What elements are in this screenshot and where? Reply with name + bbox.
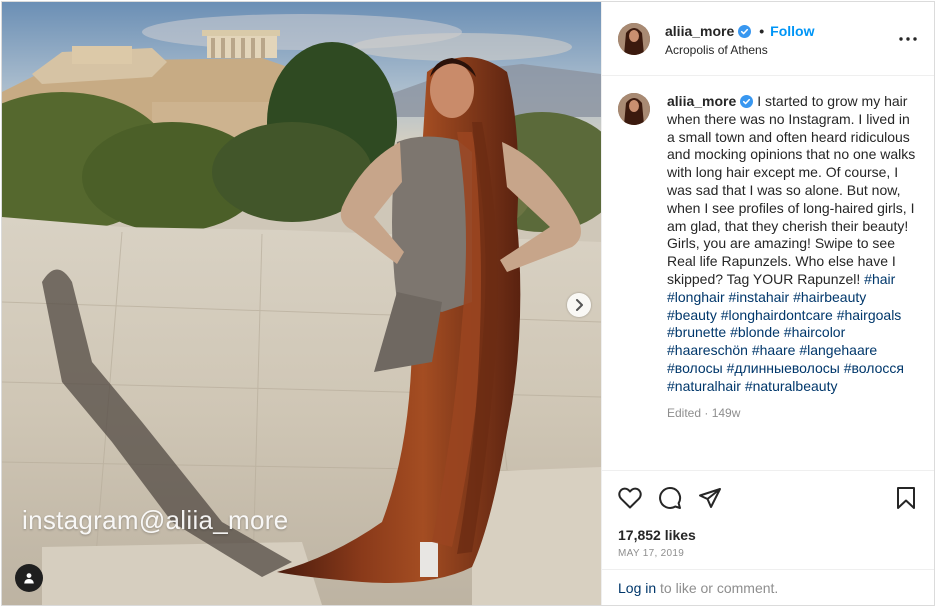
login-link[interactable]: Log in <box>618 580 656 596</box>
paper-plane-icon <box>699 488 721 508</box>
hashtag-link[interactable]: #longhair <box>667 289 725 305</box>
hashtag-link[interactable]: #blonde <box>730 324 780 340</box>
header-username[interactable]: aliia_more <box>665 23 734 39</box>
caption-text-block: aliia_more I started to grow my hair when… <box>667 93 917 422</box>
login-prompt: Log in to like or comment. <box>602 569 934 605</box>
hashtag-list: #hair #longhair #instahair #hairbeauty #… <box>667 271 904 394</box>
verified-badge-icon <box>738 24 752 38</box>
bookmark-icon <box>897 487 915 509</box>
login-suffix: to like or comment. <box>656 580 779 596</box>
comment-icon <box>659 487 682 509</box>
photo-watermark: instagram@aliia_more <box>22 505 289 535</box>
caption-username[interactable]: aliia_more <box>667 93 736 109</box>
hashtag-link[interactable]: #langehaare <box>799 342 877 358</box>
tagged-users-button[interactable] <box>15 564 43 592</box>
chevron-right-icon <box>576 299 583 311</box>
comment-button[interactable] <box>656 484 684 512</box>
hashtag-link[interactable]: #brunette <box>667 324 726 340</box>
instagram-post: instagram@aliia_more aliia_more • Follow… <box>1 1 935 606</box>
hashtag-link[interactable]: #волосся <box>844 360 904 376</box>
more-options-icon <box>899 37 917 41</box>
header-separator: • <box>759 23 765 39</box>
hashtag-link[interactable]: #hairbeauty <box>793 289 866 305</box>
avatar[interactable] <box>618 23 650 55</box>
next-photo-button[interactable] <box>567 293 591 317</box>
post-photo[interactable]: instagram@aliia_more <box>2 2 601 605</box>
avatar-image <box>618 23 650 55</box>
avatar-image <box>618 93 650 125</box>
avatar[interactable] <box>618 93 650 125</box>
user-tag-icon <box>24 573 34 584</box>
action-bar <box>616 484 920 512</box>
location-link[interactable]: Acropolis of Athens <box>665 43 768 57</box>
hashtag-link[interactable]: #hair <box>864 271 895 287</box>
hashtag-link[interactable]: #naturalhair <box>667 378 741 394</box>
post-sidebar: aliia_more • Follow Acropolis of Athens <box>601 2 934 605</box>
verified-badge-icon <box>740 95 754 108</box>
post-header: aliia_more • Follow Acropolis of Athens <box>602 2 934 76</box>
save-button[interactable] <box>892 484 920 512</box>
hashtag-link[interactable]: #haareschön <box>667 342 748 358</box>
hashtag-link[interactable]: #naturalbeauty <box>745 378 838 394</box>
like-button[interactable] <box>616 484 644 512</box>
hashtag-link[interactable]: #instahair <box>729 289 790 305</box>
hashtag-link[interactable]: #longhairdontcare <box>721 307 833 323</box>
hashtag-link[interactable]: #hairgoals <box>837 307 902 323</box>
post-date[interactable]: MAY 17, 2019 <box>618 548 684 559</box>
edited-timestamp: Edited · 149w <box>667 405 741 420</box>
caption-section: aliia_more I started to grow my hair when… <box>602 77 934 471</box>
hashtag-link[interactable]: #длинныеволосы <box>727 360 840 376</box>
hashtag-link[interactable]: #beauty <box>667 307 717 323</box>
hashtag-link[interactable]: #haircolor <box>784 324 845 340</box>
follow-button[interactable]: Follow <box>770 23 814 39</box>
likes-count[interactable]: 17,852 likes <box>618 527 696 543</box>
hashtag-link[interactable]: #волосы <box>667 360 723 376</box>
caption-text: I started to grow my hair when there was… <box>667 93 916 287</box>
heart-icon <box>618 487 642 509</box>
more-options-button[interactable] <box>896 32 920 46</box>
share-button[interactable] <box>696 484 724 512</box>
hashtag-link[interactable]: #haare <box>752 342 796 358</box>
